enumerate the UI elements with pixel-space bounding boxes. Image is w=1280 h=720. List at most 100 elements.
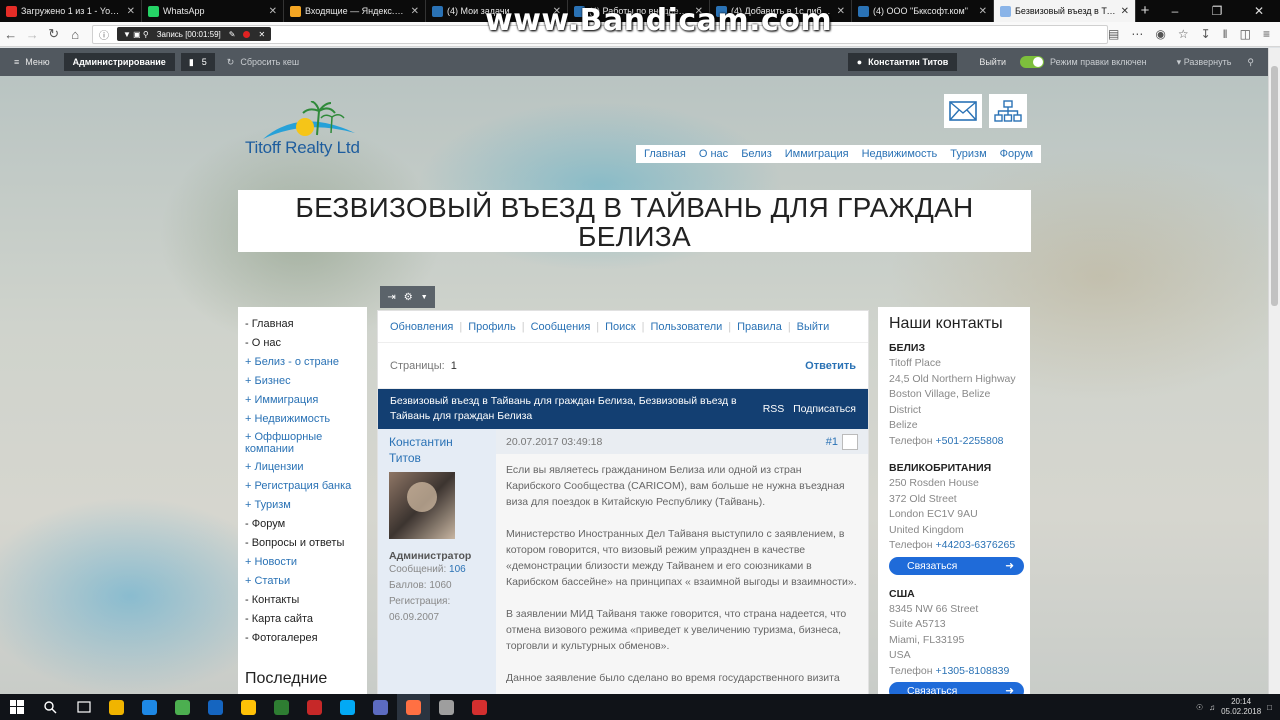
pencil-icon[interactable]: ✎ — [229, 30, 236, 39]
nav-link[interactable]: Иммиграция — [785, 148, 849, 160]
sidebar-item[interactable]: + Иммиграция — [245, 391, 367, 410]
admin-exit-button[interactable]: Выйти — [979, 57, 1006, 67]
post-number-link[interactable]: #1 — [826, 436, 838, 448]
post-select-checkbox[interactable] — [842, 433, 858, 450]
new-tab-button[interactable]: + — [1136, 0, 1154, 22]
close-icon[interactable]: ✕ — [258, 30, 265, 39]
page-number[interactable]: 1 — [451, 360, 457, 372]
sidebar-item[interactable]: + Белиз - о стране — [245, 353, 367, 372]
admin-menu-button[interactable]: ≡ Меню — [0, 57, 64, 67]
network-icon[interactable]: ☉ — [1196, 703, 1203, 712]
messages-count-link[interactable]: 106 — [449, 564, 466, 575]
forum-menu-item[interactable]: Сообщения — [531, 321, 591, 333]
subscribe-link[interactable]: Подписаться — [793, 403, 856, 415]
sidebar-item[interactable]: + Новости — [245, 553, 367, 572]
sidebar-item[interactable]: - О нас — [245, 334, 367, 353]
forum-menu-item[interactable]: Выйти — [797, 321, 830, 333]
browser-tab[interactable]: (4) ООО "Бкксофт.ком" ✕ — [852, 0, 994, 22]
chevron-down-icon[interactable]: ▼ — [421, 294, 428, 301]
taskbar-app-icon[interactable] — [199, 694, 232, 720]
nav-link[interactable]: Главная — [644, 148, 686, 160]
nav-link[interactable]: Форум — [1000, 148, 1033, 160]
forum-menu-item[interactable]: Обновления — [390, 321, 453, 333]
forum-menu-item[interactable]: Правила — [737, 321, 782, 333]
taskbar-app-icon[interactable] — [100, 694, 133, 720]
email-button[interactable] — [944, 94, 982, 128]
bookmark-star-icon[interactable]: ☆ — [1178, 27, 1189, 41]
sidebar-item[interactable]: + Бизнес — [245, 372, 367, 391]
widget-toolbar[interactable]: ⇥ ⚙ ▼ — [380, 286, 435, 308]
reply-button[interactable]: Ответить — [805, 360, 856, 372]
notifications-icon[interactable]: □ — [1267, 703, 1272, 712]
reload-icon[interactable]: ↻ — [43, 26, 64, 42]
sidebar-item[interactable]: - Главная — [245, 315, 367, 334]
scrollbar-thumb[interactable] — [1271, 66, 1278, 306]
tab-close-icon[interactable]: ✕ — [269, 6, 277, 17]
sidebar-icon[interactable]: ◫ — [1240, 27, 1251, 41]
library-icon[interactable]: ‖ — [1223, 27, 1228, 41]
sidebar-item[interactable]: + Оффшорные компании — [245, 431, 367, 455]
hamburger-menu-icon[interactable]: ≡ — [1263, 27, 1270, 41]
notifications-button[interactable]: ▮ 5 — [180, 53, 215, 71]
sidebar-item[interactable]: - Вопросы и ответы — [245, 534, 367, 553]
reader-icon[interactable]: ▤ — [1108, 27, 1119, 41]
tab-close-icon[interactable]: ✕ — [979, 6, 987, 17]
sidebar-item[interactable]: - Контакты — [245, 591, 367, 610]
more-icon[interactable]: ⋯ — [1131, 27, 1143, 41]
tab-close-icon[interactable]: ✕ — [1121, 6, 1129, 17]
taskbar-app-icon[interactable] — [265, 694, 298, 720]
nav-link[interactable]: Туризм — [950, 148, 986, 160]
settings-gear-icon[interactable]: ⚙ — [404, 292, 413, 303]
nav-link[interactable]: Недвижимость — [862, 148, 938, 160]
nav-link[interactable]: Белиз — [741, 148, 772, 160]
taskbar-app-icon[interactable] — [298, 694, 331, 720]
browser-tab[interactable]: WhatsApp ✕ — [142, 0, 284, 22]
reset-cache-button[interactable]: ↻ Сбросить кеш — [227, 57, 299, 68]
browser-tab[interactable]: Входящие — Яндекс.Почта ✕ — [284, 0, 426, 22]
forward-icon[interactable]: → — [21, 27, 42, 42]
nav-link[interactable]: О нас — [699, 148, 728, 160]
sidebar-item[interactable]: - Фотогалерея — [245, 629, 367, 648]
search-icon[interactable] — [34, 694, 67, 720]
taskbar-app-icon[interactable] — [166, 694, 199, 720]
site-logo[interactable]: Titoff Realty Ltd — [245, 101, 380, 161]
taskbar-app-icon[interactable] — [133, 694, 166, 720]
task-view-icon[interactable] — [67, 694, 100, 720]
tab-close-icon[interactable]: ✕ — [411, 6, 419, 17]
clock[interactable]: 20:14 05.02.2018 — [1221, 697, 1261, 717]
taskbar-app-icon[interactable] — [397, 694, 430, 720]
browser-tab[interactable]: Загружено 1 из 1 - YouTube ✕ — [0, 0, 142, 22]
expand-button[interactable]: ▾ Развернуть — [1177, 57, 1232, 68]
taskbar-app-icon[interactable] — [331, 694, 364, 720]
taskbar-app-icon[interactable] — [364, 694, 397, 720]
forum-menu-item[interactable]: Пользователи — [650, 321, 722, 333]
minimize-icon[interactable]: – — [1154, 0, 1196, 22]
back-icon[interactable]: ← — [0, 27, 21, 42]
phone-link[interactable]: +1305-8108839 — [935, 665, 1009, 677]
user-button[interactable]: ● Константин Титов — [847, 53, 958, 71]
restore-icon[interactable]: ❐ — [1196, 0, 1238, 22]
sidebar-item[interactable]: + Туризм — [245, 496, 367, 515]
sidebar-item[interactable]: + Регистрация банка — [245, 477, 367, 496]
page-scrollbar[interactable] — [1268, 48, 1280, 700]
taskbar-app-icon[interactable] — [430, 694, 463, 720]
start-button[interactable] — [0, 694, 34, 720]
phone-link[interactable]: +44203-6376265 — [935, 539, 1015, 551]
close-window-icon[interactable]: ✕ — [1238, 0, 1280, 22]
browser-tab[interactable]: Безвизовый въезд в Тайвань для ✕ — [994, 0, 1136, 22]
sidebar-item[interactable]: + Недвижимость — [245, 410, 367, 429]
phone-link[interactable]: +501-2255808 — [935, 435, 1003, 447]
sidebar-item[interactable]: - Карта сайта — [245, 610, 367, 629]
sidebar-item[interactable]: + Статьи — [245, 572, 367, 591]
record-icon[interactable] — [243, 30, 251, 38]
sidebar-item[interactable]: + Лицензии — [245, 458, 367, 477]
author-name[interactable]: Константин Титов — [389, 434, 485, 466]
toggle-switch[interactable] — [1019, 56, 1044, 68]
move-icon[interactable]: ⇥ — [387, 292, 395, 303]
tab-close-icon[interactable]: ✕ — [127, 6, 135, 17]
forum-menu-item[interactable]: Поиск — [605, 321, 635, 333]
recorder-controls-icon[interactable]: ▼ ▣ ⚲ — [123, 30, 149, 39]
volume-icon[interactable]: ♫ — [1209, 703, 1215, 712]
download-icon[interactable]: ↧ — [1201, 27, 1211, 41]
home-icon[interactable]: ⌂ — [64, 27, 85, 42]
